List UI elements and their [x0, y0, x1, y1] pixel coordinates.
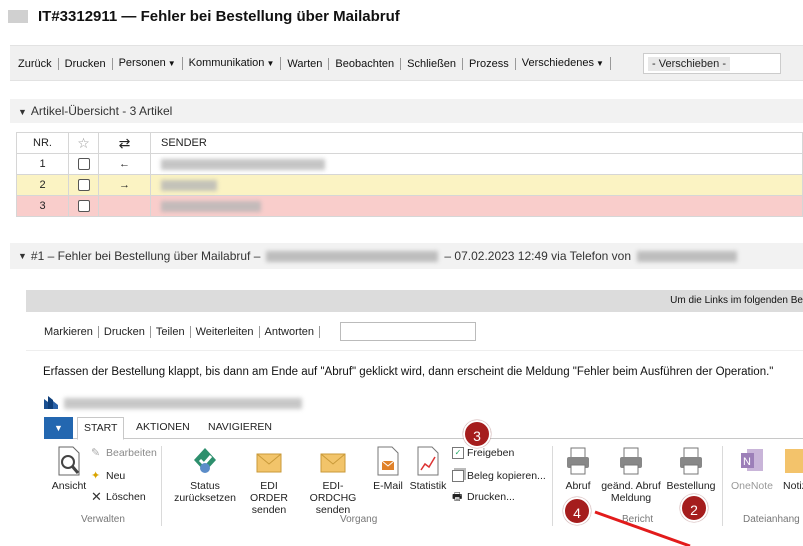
annotation-badge: 3 — [463, 420, 491, 448]
annotation-badge: 4 — [563, 497, 591, 525]
annotation-arrow — [594, 510, 691, 546]
annotation-badge: 2 — [680, 494, 708, 522]
